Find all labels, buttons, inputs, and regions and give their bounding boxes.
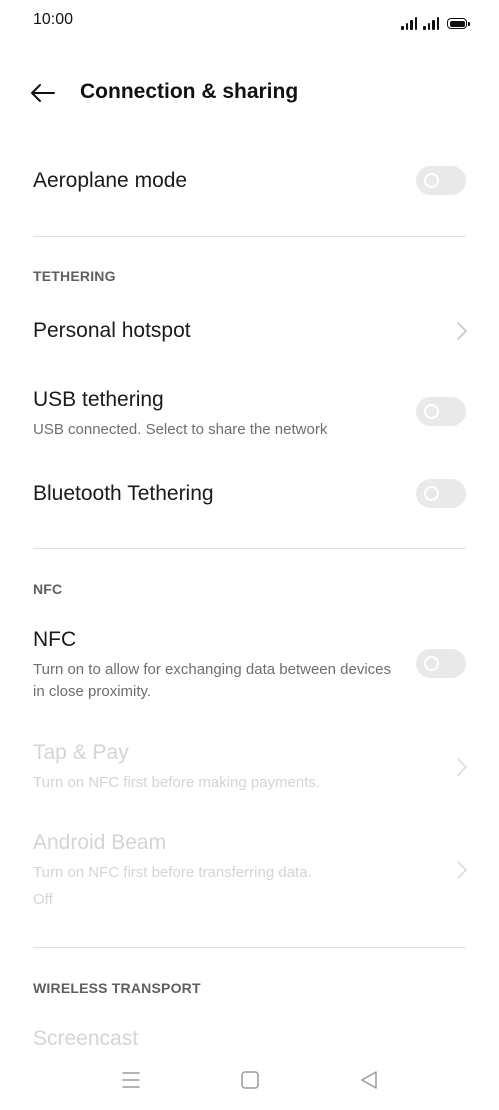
- app-header: Connection & sharing: [0, 70, 499, 116]
- signal-icon: [401, 16, 417, 30]
- tap-pay-row[interactable]: Tap & Pay Turn on NFC first before makin…: [0, 733, 499, 803]
- bluetooth-tethering-label: Bluetooth Tethering: [33, 482, 214, 505]
- status-time: 10:00: [33, 11, 74, 28]
- wireless-transport-section-header: WIRELESS TRANSPORT: [33, 980, 201, 996]
- nfc-row[interactable]: NFC Turn on to allow for exchanging data…: [0, 620, 499, 712]
- screencast-row[interactable]: Screencast: [0, 1018, 499, 1058]
- tap-pay-label: Tap & Pay: [33, 741, 129, 764]
- android-beam-row[interactable]: Android Beam Turn on NFC first before tr…: [0, 823, 499, 918]
- nfc-section-header: NFC: [33, 581, 63, 597]
- back-triangle-icon: [361, 1071, 377, 1089]
- battery-icon: [447, 18, 470, 29]
- back-button[interactable]: [28, 78, 60, 108]
- divider: [33, 548, 466, 549]
- status-icons: [401, 12, 470, 30]
- usb-tethering-subtitle: USB connected. Select to share the netwo…: [33, 421, 328, 438]
- nav-menu-button[interactable]: [119, 1068, 143, 1092]
- chevron-right-icon: [457, 322, 467, 340]
- nfc-label: NFC: [33, 628, 77, 651]
- nfc-toggle[interactable]: [416, 649, 466, 678]
- screencast-label: Screencast: [33, 1027, 139, 1050]
- chevron-right-icon: [457, 758, 467, 776]
- menu-icon: [122, 1072, 140, 1088]
- navigation-bar: [0, 1058, 499, 1102]
- aeroplane-mode-row[interactable]: Aeroplane mode: [0, 150, 499, 212]
- nav-back-button[interactable]: [357, 1068, 381, 1092]
- signal-icon: [423, 16, 439, 30]
- android-beam-subtitle: Turn on NFC first before transferring da…: [33, 864, 312, 881]
- usb-tethering-label: USB tethering: [33, 388, 164, 411]
- bluetooth-tethering-toggle[interactable]: [416, 479, 466, 508]
- bluetooth-tethering-row[interactable]: Bluetooth Tethering: [0, 462, 499, 524]
- status-bar: 10:00: [0, 0, 499, 44]
- home-square-icon: [241, 1071, 259, 1089]
- page-title: Connection & sharing: [80, 80, 299, 103]
- tethering-section-header: TETHERING: [33, 268, 116, 284]
- chevron-right-icon: [457, 861, 467, 879]
- personal-hotspot-row[interactable]: Personal hotspot: [0, 300, 499, 362]
- tap-pay-subtitle: Turn on NFC first before making payments…: [33, 774, 321, 791]
- android-beam-status: Off: [33, 891, 53, 908]
- divider: [33, 236, 466, 237]
- divider: [33, 947, 466, 948]
- aeroplane-mode-toggle[interactable]: [416, 166, 466, 195]
- aeroplane-mode-label: Aeroplane mode: [33, 169, 188, 192]
- nav-home-button[interactable]: [238, 1068, 262, 1092]
- android-beam-label: Android Beam: [33, 831, 167, 854]
- usb-tethering-toggle[interactable]: [416, 397, 466, 426]
- personal-hotspot-label: Personal hotspot: [33, 319, 191, 342]
- arrow-left-icon: [31, 84, 55, 102]
- usb-tethering-row[interactable]: USB tethering USB connected. Select to s…: [0, 380, 499, 450]
- nfc-subtitle: Turn on to allow for exchanging data bet…: [33, 661, 392, 700]
